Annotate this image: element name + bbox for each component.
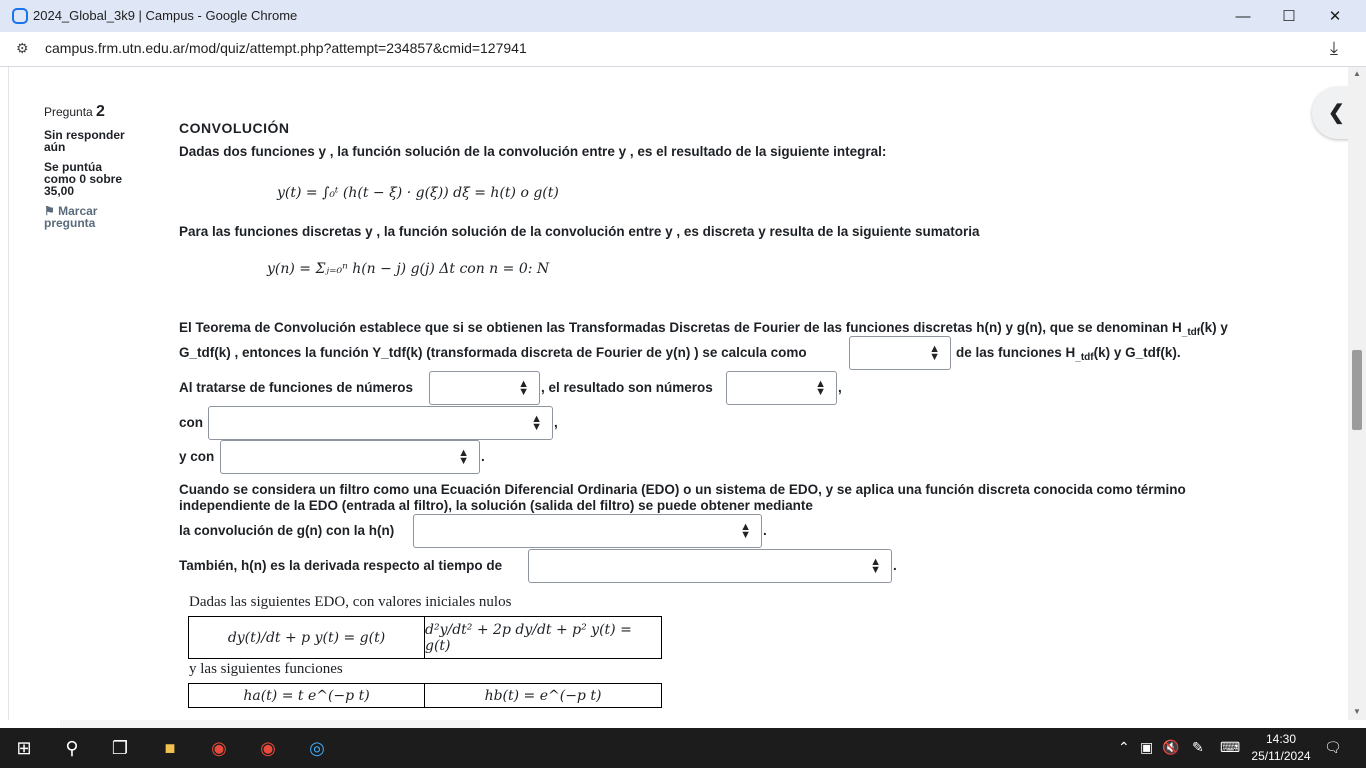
paragraph-3a: El Teorema de Convolución establece que …	[179, 320, 1228, 338]
paragraph-5a: con	[179, 415, 204, 430]
select-arrows-icon: ▲ ▼	[531, 413, 542, 433]
chevron-left-icon: ❮	[1328, 102, 1345, 124]
chevron-up-icon[interactable]: ⌃	[1118, 739, 1130, 756]
download-icon[interactable]: ⤓	[1330, 38, 1338, 59]
paragraph-3c-text: de las funciones H	[956, 345, 1076, 360]
edo-cell-1: dy(t)/dt + p y(t) = g(t)	[189, 617, 425, 658]
edo-table: dy(t)/dt + p y(t) = g(t) d²y/dt² + 2p dy…	[188, 616, 662, 659]
background-window-peek	[60, 720, 480, 728]
edo-cell-2: d²y/dt² + 2p dy/dt + p² y(t) = g(t)	[425, 621, 632, 654]
paragraph-7b: independiente de la EDO (entrada al filt…	[179, 498, 813, 513]
function-cell-1: ha(t) = t e^(−p t)	[189, 684, 425, 707]
paragraph-6b: .	[481, 449, 485, 464]
url-field[interactable]: campus.frm.utn.edu.ar/mod/quiz/attempt.p…	[45, 40, 527, 56]
paragraph-1: Dadas dos funciones y , la función soluc…	[179, 144, 887, 159]
site-settings-icon[interactable]: ⚙	[16, 40, 29, 57]
answer-select-4[interactable]: ▲ ▼	[208, 406, 553, 440]
paragraph-8a: la convolución de g(n) con la h(n)	[179, 523, 395, 538]
paragraph-3c-end: (k) y G_tdf(k).	[1093, 345, 1181, 360]
task-view-icon[interactable]: ❐	[108, 736, 132, 760]
question-label: Pregunta	[44, 105, 93, 119]
flag-question-link[interactable]: ⚑ Marcar pregunta	[44, 205, 134, 229]
answer-select-1[interactable]: ▲ ▼	[849, 336, 951, 370]
notifications-icon[interactable]: 🗨	[1324, 739, 1342, 756]
answer-select-3[interactable]: ▲ ▼	[726, 371, 837, 405]
page-scrollbar[interactable]: ▲ ▼	[1348, 67, 1366, 720]
maximize-icon[interactable]: ☐	[1266, 0, 1312, 32]
clock-date: 25/11/2024	[1251, 749, 1311, 763]
paragraph-3a-subscript: _tdf	[1181, 327, 1201, 338]
answer-select-5[interactable]: ▲ ▼	[220, 440, 480, 474]
system-clock[interactable]: 14:30 25/11/2024	[1246, 731, 1316, 765]
paragraph-4b: , el resultado son números	[541, 380, 713, 395]
question-heading: CONVOLUCIÓN	[179, 120, 290, 136]
paragraph-2: Para las funciones discretas y , la func…	[179, 224, 980, 239]
select-arrows-icon: ▲ ▼	[518, 378, 529, 398]
question-number-value: 2	[96, 103, 105, 120]
question-state: Sin responder aún	[44, 128, 125, 154]
search-icon[interactable]: ⚲	[60, 736, 84, 760]
keyboard-icon[interactable]: ⌨	[1220, 739, 1240, 756]
select-arrows-icon: ▲ ▼	[815, 378, 826, 398]
paragraph-3a-end: (k) y	[1200, 320, 1228, 335]
select-arrows-icon: ▲ ▼	[458, 447, 469, 467]
select-arrows-icon: ▲ ▼	[929, 343, 940, 363]
window-titlebar: 2024_Global_3k9 | Campus - Google Chrome…	[0, 0, 1366, 32]
app-icon-blue[interactable]: ◎	[305, 736, 329, 760]
minimize-icon[interactable]: —	[1220, 0, 1266, 32]
question-info: Pregunta 2 Sin responder aún Se puntúa c…	[44, 103, 134, 229]
app-icon	[12, 8, 28, 24]
close-icon[interactable]: ✕	[1312, 0, 1358, 32]
equation-sum: y(n) = Σⱼ₌₀ⁿ h(n − j) g(j) Δt con n = 0:…	[267, 261, 550, 277]
question-number: Pregunta 2	[44, 103, 134, 121]
clock-time: 14:30	[1265, 732, 1297, 746]
paragraph-6a: y con	[179, 449, 215, 464]
scroll-up-icon[interactable]: ▲	[1353, 69, 1361, 78]
network-icon[interactable]: ▣	[1140, 739, 1153, 756]
volume-muted-icon[interactable]: 🔇	[1162, 739, 1179, 756]
paragraph-9b: .	[893, 558, 897, 573]
taskbar: ⊞ ⚲ ❐ ■ ◉ ◉ ◎ ⌃ ▣ 🔇 ✎ ⌨ 14:30 25/11/2024 …	[0, 728, 1366, 768]
paragraph-7: Cuando se considera un filtro como una E…	[179, 482, 1186, 497]
file-explorer-icon[interactable]: ■	[158, 736, 182, 760]
question-grade: Se puntúa como 0 sobre 35,00	[44, 160, 123, 198]
select-arrows-icon: ▲ ▼	[870, 556, 881, 576]
page-content: Pregunta 2 Sin responder aún Se puntúa c…	[8, 67, 1357, 720]
paragraph-3c: de las funciones H_tdf(k) y G_tdf(k).	[956, 345, 1181, 363]
paragraph-5b: ,	[554, 415, 558, 430]
functions-intro: y las siguientes funciones	[189, 661, 343, 677]
scroll-down-icon[interactable]: ▼	[1353, 707, 1361, 716]
window-title: 2024_Global_3k9 | Campus - Google Chrome	[33, 8, 298, 23]
scrollbar-thumb[interactable]	[1352, 350, 1362, 430]
function-cell-2: hb(t) = e^(−p t)	[484, 687, 602, 704]
paragraph-3c-subscript: _tdf	[1075, 352, 1094, 363]
chrome-profile-icon[interactable]: ◉	[256, 736, 280, 760]
equation-integral: y(t) = ∫₀ᵗ (h(t − ξ) · g(ξ)) dξ = h(t) o…	[277, 185, 559, 201]
address-bar: ⚙ campus.frm.utn.edu.ar/mod/quiz/attempt…	[0, 32, 1366, 67]
answer-select-6[interactable]: ▲ ▼	[413, 514, 762, 548]
paragraph-3a-text: El Teorema de Convolución establece que …	[179, 320, 1182, 335]
answer-select-7[interactable]: ▲ ▼	[528, 549, 892, 583]
paragraph-3b: G_tdf(k) , entonces la función Y_tdf(k) …	[179, 345, 807, 360]
answer-select-2[interactable]: ▲ ▼	[429, 371, 540, 405]
paragraph-4c: ,	[838, 380, 842, 395]
functions-table: ha(t) = t e^(−p t) hb(t) = e^(−p t)	[188, 683, 662, 708]
chrome-icon[interactable]: ◉	[207, 736, 231, 760]
pen-icon[interactable]: ✎	[1192, 739, 1204, 756]
edo-intro: Dadas las siguientes EDO, con valores in…	[189, 594, 512, 610]
paragraph-9a: También, h(n) es la derivada respecto al…	[179, 558, 503, 573]
select-arrows-icon: ▲ ▼	[740, 521, 751, 541]
paragraph-4a: Al tratarse de funciones de números	[179, 380, 414, 395]
windows-start-icon[interactable]: ⊞	[12, 736, 36, 760]
paragraph-8b: .	[763, 523, 767, 538]
